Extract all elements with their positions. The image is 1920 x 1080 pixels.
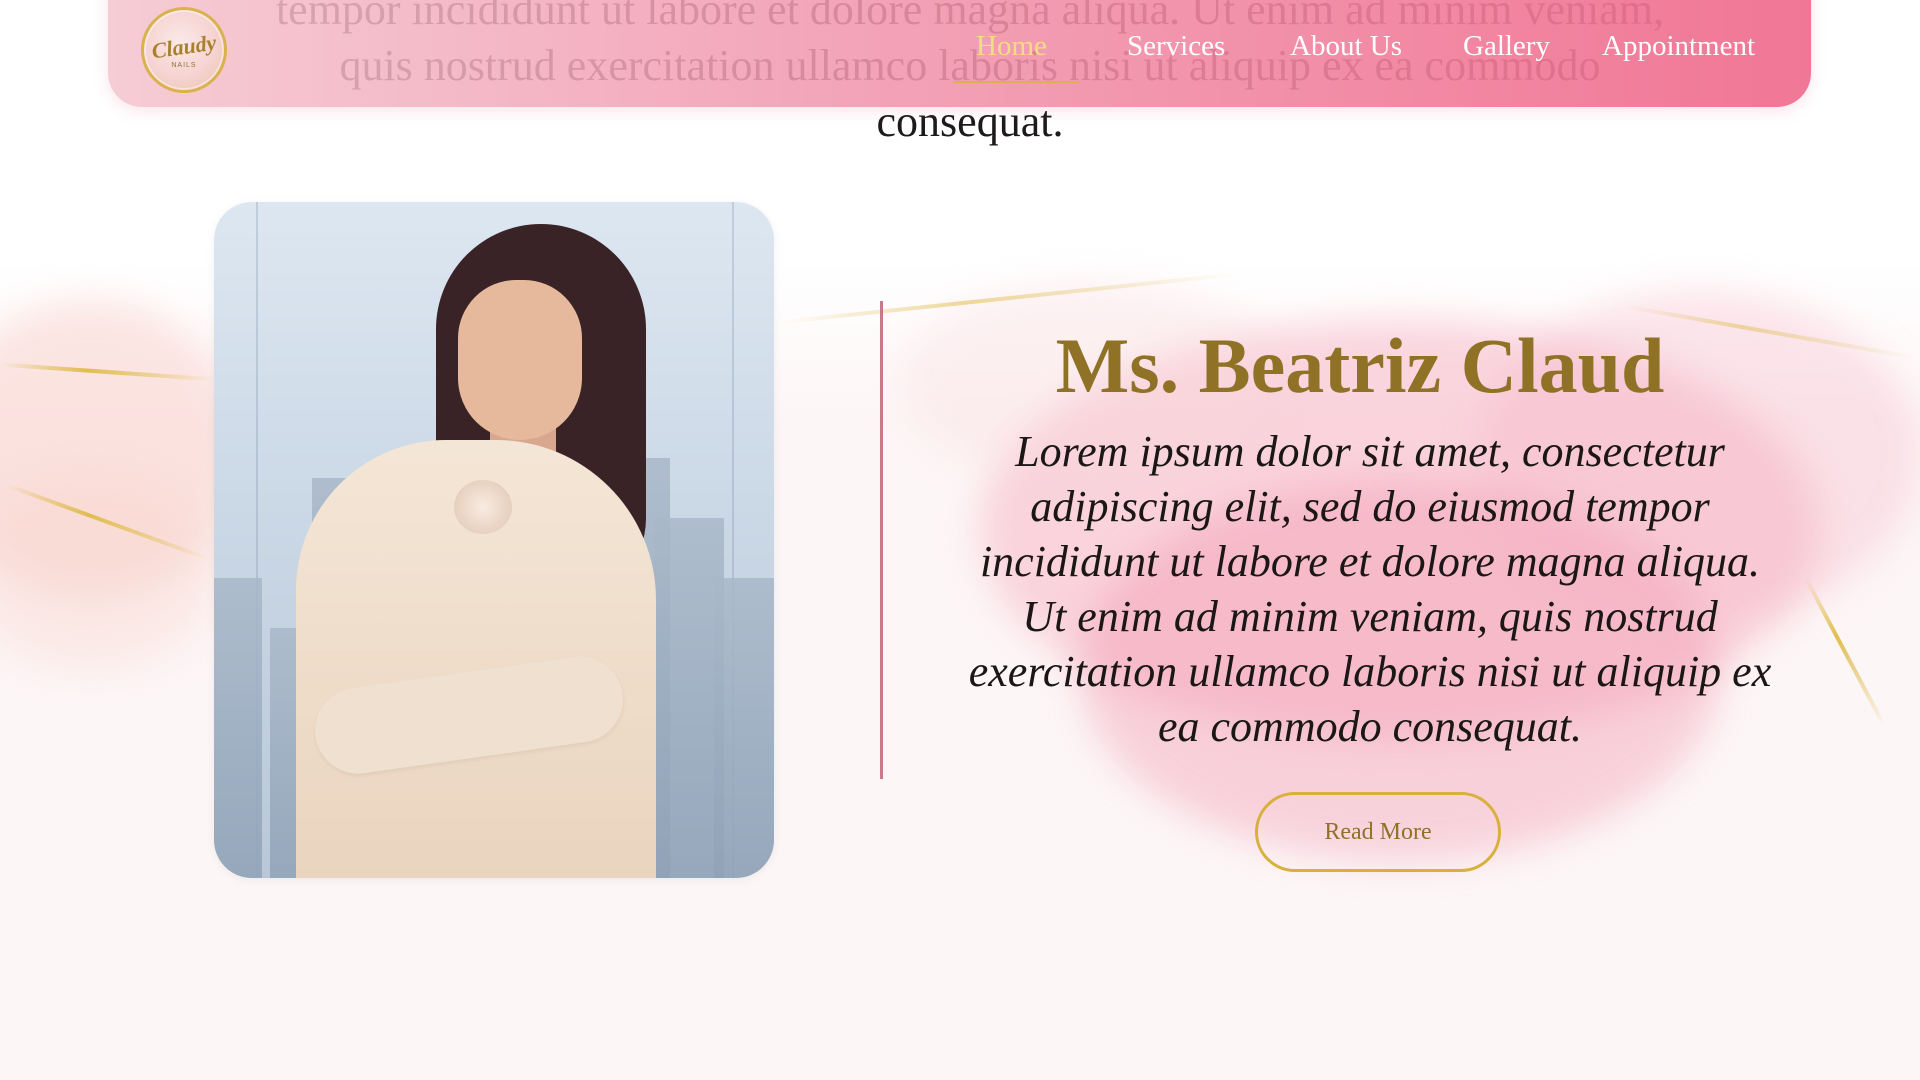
logo-sub-text: NAILS <box>171 62 197 69</box>
nav-active-underline <box>953 81 1079 83</box>
bio-divider <box>880 301 883 779</box>
nav-item-appointment[interactable]: Appointment <box>1602 30 1755 63</box>
owner-bio-text: Lorem ipsum dolor sit amet, consectetur … <box>968 427 1772 751</box>
nav-item-about-us[interactable]: About Us <box>1290 30 1402 63</box>
read-more-button[interactable]: Read More <box>1255 792 1501 872</box>
logo[interactable]: Claudy NAILS <box>141 7 227 93</box>
owner-portrait <box>214 202 774 878</box>
owner-name: Ms. Beatriz Claud <box>1055 322 1665 409</box>
navbar: Claudy NAILS Home Services About Us Gall… <box>108 0 1811 107</box>
nav-item-gallery[interactable]: Gallery <box>1463 30 1550 63</box>
nav-item-services[interactable]: Services <box>1127 30 1225 63</box>
logo-script-text: Claudy <box>150 29 218 64</box>
page: tempor incididunt ut labore et dolore ma… <box>0 0 1920 1080</box>
nav-item-home[interactable]: Home <box>976 30 1047 63</box>
